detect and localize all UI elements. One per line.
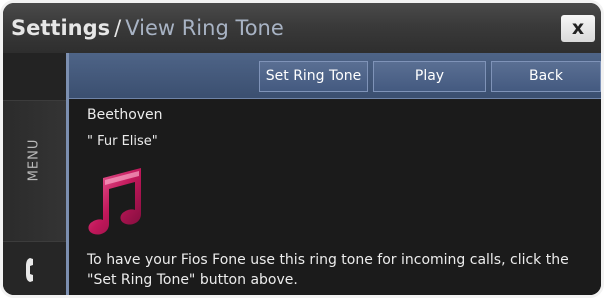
ringtone-artist: Beethoven [87, 107, 163, 123]
breadcrumb: Settings / View Ring Tone [11, 3, 284, 53]
rail-top-spacer [3, 53, 66, 101]
toolbar: Set Ring Tone Play Back [69, 53, 601, 99]
ringtone-details: Beethoven " Fur Elise" To have your Fios… [69, 99, 601, 295]
left-rail: MENU [3, 53, 66, 295]
breadcrumb-separator: / [114, 16, 122, 40]
breadcrumb-settings[interactable]: Settings [11, 16, 110, 40]
music-note-icon [88, 168, 141, 235]
main-panel: Set Ring Tone Play Back Beethoven " Fur … [66, 53, 601, 295]
app-window: Settings / View Ring Tone x MENU Set Ring … [0, 0, 604, 298]
ringtone-title: " Fur Elise" [87, 134, 158, 149]
title-bar: Settings / View Ring Tone x [3, 3, 601, 53]
phone-handset-icon [26, 258, 33, 282]
play-button[interactable]: Play [373, 61, 486, 92]
instructions-text: To have your Fios Fone use this ring ton… [87, 252, 569, 288]
set-ring-tone-button[interactable]: Set Ring Tone [259, 61, 368, 92]
menu-tab-label: MENU [26, 138, 42, 182]
back-button[interactable]: Back [491, 61, 601, 92]
page-title: View Ring Tone [125, 16, 284, 40]
phone-tab[interactable] [3, 242, 66, 295]
close-icon: x [571, 17, 585, 39]
close-button[interactable]: x [561, 15, 595, 42]
